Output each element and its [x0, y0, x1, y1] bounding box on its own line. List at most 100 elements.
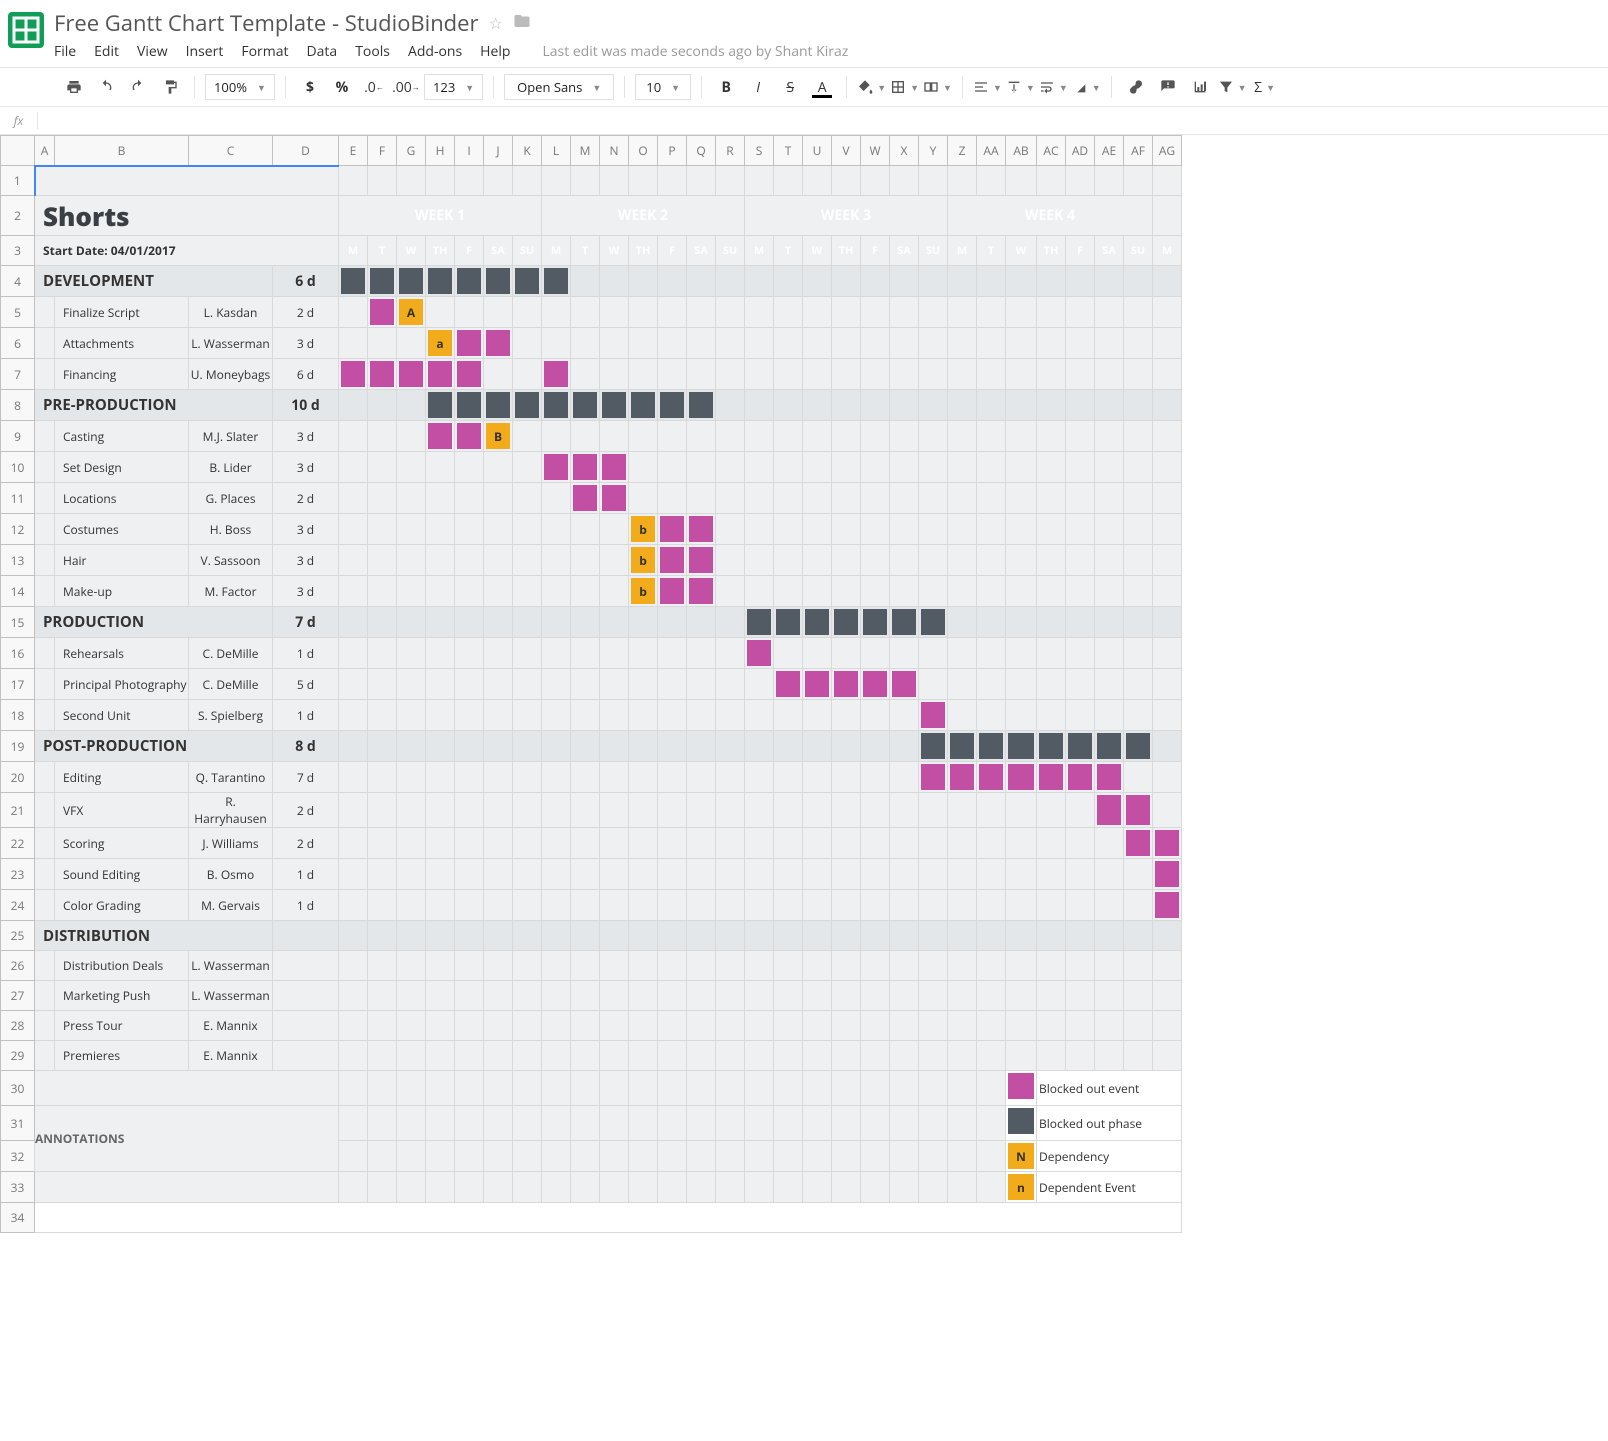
gantt-cell[interactable] — [716, 483, 745, 514]
row-header-23[interactable]: 23 — [1, 859, 35, 890]
gantt-cell[interactable] — [455, 921, 484, 951]
row-header-32[interactable]: 32 — [1, 1141, 35, 1172]
gantt-cell[interactable] — [1124, 921, 1153, 951]
gantt-cell[interactable] — [977, 921, 1006, 951]
gantt-cell[interactable] — [1066, 1011, 1095, 1041]
gantt-cell[interactable] — [774, 890, 803, 921]
gantt-cell[interactable] — [1153, 452, 1182, 483]
gantt-cell[interactable] — [1006, 981, 1037, 1011]
col-header-K[interactable]: K — [513, 136, 542, 166]
gantt-cell[interactable] — [368, 1011, 397, 1041]
col-header-J[interactable]: J — [484, 136, 513, 166]
gantt-cell[interactable] — [687, 297, 716, 328]
gantt-cell[interactable] — [484, 514, 513, 545]
gantt-cell[interactable] — [397, 700, 426, 731]
gantt-cell[interactable] — [774, 1041, 803, 1071]
gantt-cell[interactable] — [1153, 828, 1182, 859]
phase-pre-days[interactable]: 10 d — [273, 390, 339, 421]
task-setd-days[interactable]: 3 d — [273, 452, 339, 483]
gantt-cell[interactable] — [948, 576, 977, 607]
col-header-N[interactable]: N — [600, 136, 629, 166]
gantt-cell[interactable] — [658, 731, 687, 762]
gantt-cell[interactable] — [1124, 545, 1153, 576]
gantt-cell[interactable] — [629, 669, 658, 700]
gantt-cell[interactable] — [1095, 483, 1124, 514]
gantt-cell[interactable] — [542, 981, 571, 1011]
gantt-cell[interactable] — [1095, 669, 1124, 700]
gantt-cell[interactable] — [1006, 700, 1037, 731]
gantt-cell[interactable] — [890, 514, 919, 545]
gantt-cell[interactable] — [1153, 669, 1182, 700]
col-header-X[interactable]: X — [890, 136, 919, 166]
task-casting-days[interactable]: 3 d — [273, 421, 339, 452]
gantt-cell[interactable] — [1124, 483, 1153, 514]
gantt-cell[interactable] — [658, 514, 687, 545]
task-casting-name[interactable]: Casting — [55, 421, 189, 452]
task-makeup-owner[interactable]: M. Factor — [189, 576, 273, 607]
gantt-cell[interactable] — [832, 921, 861, 951]
task-score-name[interactable]: Scoring — [55, 828, 189, 859]
gantt-cell[interactable] — [629, 607, 658, 638]
gantt-cell[interactable] — [1124, 828, 1153, 859]
gantt-cell[interactable] — [1037, 921, 1066, 951]
dow-header[interactable]: TH — [629, 236, 658, 266]
gantt-cell[interactable] — [832, 793, 861, 828]
task-finance-owner[interactable]: U. Moneybags — [189, 359, 273, 390]
gantt-cell[interactable] — [948, 638, 977, 669]
gantt-cell[interactable] — [1037, 700, 1066, 731]
gantt-cell[interactable] — [368, 669, 397, 700]
gantt-cell[interactable] — [803, 731, 832, 762]
gantt-cell[interactable] — [716, 638, 745, 669]
gantt-cell[interactable] — [426, 576, 455, 607]
gantt-cell[interactable] — [368, 859, 397, 890]
task-loc-days[interactable]: 2 d — [273, 483, 339, 514]
gantt-cell[interactable] — [1153, 762, 1182, 793]
gantt-cell[interactable] — [397, 859, 426, 890]
gantt-cell[interactable] — [397, 1011, 426, 1041]
col-header-G[interactable]: G — [397, 136, 426, 166]
gantt-cell[interactable] — [542, 700, 571, 731]
gantt-cell[interactable] — [629, 1011, 658, 1041]
gantt-cell[interactable] — [861, 297, 890, 328]
gantt-cell[interactable] — [687, 921, 716, 951]
row-header-28[interactable]: 28 — [1, 1011, 35, 1041]
gantt-cell[interactable] — [1124, 390, 1153, 421]
gantt-cell[interactable] — [832, 762, 861, 793]
gantt-cell[interactable] — [455, 328, 484, 359]
gantt-cell[interactable] — [542, 545, 571, 576]
gantt-cell[interactable] — [687, 390, 716, 421]
gantt-cell[interactable] — [861, 638, 890, 669]
gantt-cell[interactable] — [832, 452, 861, 483]
gantt-cell[interactable] — [1037, 859, 1066, 890]
gantt-cell[interactable] — [716, 1041, 745, 1071]
col-header-T[interactable]: T — [774, 136, 803, 166]
star-icon[interactable]: ☆ — [489, 12, 503, 34]
task-su-owner[interactable]: S. Spielberg — [189, 700, 273, 731]
row-header-6[interactable]: 6 — [1, 328, 35, 359]
gantt-cell[interactable] — [629, 731, 658, 762]
gantt-cell[interactable] — [1153, 390, 1182, 421]
gantt-cell[interactable] — [368, 483, 397, 514]
gantt-cell[interactable] — [861, 421, 890, 452]
gantt-cell[interactable] — [1095, 638, 1124, 669]
gantt-cell[interactable] — [977, 545, 1006, 576]
gantt-cell[interactable] — [1153, 1011, 1182, 1041]
gantt-cell[interactable] — [890, 266, 919, 297]
gantt-cell[interactable] — [426, 359, 455, 390]
gantt-cell[interactable] — [426, 859, 455, 890]
gantt-cell[interactable] — [1095, 576, 1124, 607]
gantt-cell[interactable] — [948, 859, 977, 890]
gantt-cell[interactable] — [1037, 1011, 1066, 1041]
col-header-AE[interactable]: AE — [1095, 136, 1124, 166]
gantt-cell[interactable] — [745, 859, 774, 890]
gantt-cell[interactable] — [1124, 266, 1153, 297]
gantt-cell[interactable] — [513, 731, 542, 762]
task-prem-owner[interactable]: E. Mannix — [189, 1041, 273, 1071]
gantt-cell[interactable]: A — [397, 297, 426, 328]
gantt-cell[interactable] — [339, 607, 368, 638]
gantt-cell[interactable] — [745, 576, 774, 607]
gantt-cell[interactable] — [455, 266, 484, 297]
gantt-cell[interactable] — [600, 638, 629, 669]
task-finance-name[interactable]: Financing — [55, 359, 189, 390]
menu-format[interactable]: Format — [241, 42, 288, 61]
